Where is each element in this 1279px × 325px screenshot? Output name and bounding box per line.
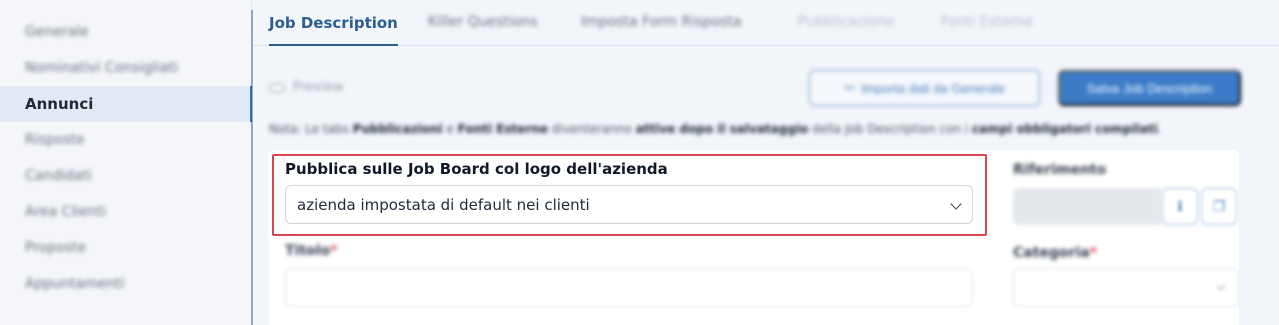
copy-button[interactable]: ❐ (1201, 188, 1237, 225)
note-mid3: della Job Description con i (808, 122, 972, 136)
sidebar-item-generale[interactable]: Generale (0, 14, 252, 50)
riferimento-input[interactable] (1013, 188, 1161, 225)
sidebar-item-risposte[interactable]: Risposte (0, 122, 252, 158)
logo-field-label: Pubblica sulle Job Board col logo dell'a… (285, 160, 668, 178)
categoria-label-text: Categoria (1013, 245, 1090, 261)
note-tab2: Fonti Esterne (457, 122, 548, 136)
sidebar: Generale Nominativi Consigliati Annunci … (0, 0, 252, 325)
note-mid1: e (442, 122, 458, 136)
import-label: Importa dati da Generale (861, 80, 1005, 96)
tab-killer-questions[interactable]: Killer Questions (428, 14, 538, 46)
categoria-select[interactable] (1013, 268, 1239, 307)
note-prefix: Nota: Le tabs (269, 122, 353, 136)
import-from-generale-button[interactable]: ⇦ Importa dati da Generale (809, 70, 1040, 106)
import-icon: ⇦ (844, 80, 856, 95)
tab-imposta-form-risposta[interactable]: Imposta Form Risposta (581, 14, 741, 46)
info-button[interactable]: ℹ (1162, 188, 1198, 225)
tab-bar: Job Description Killer Questions Imposta… (253, 0, 1279, 46)
tab-pubblicazione: Pubblicazione (798, 14, 895, 30)
logo-select[interactable]: azienda impostata di default nei clienti (285, 185, 973, 224)
eye-icon (269, 82, 285, 93)
logo-select-value: azienda impostata di default nei clienti (297, 195, 590, 214)
tab-job-description[interactable]: Job Description (269, 14, 398, 46)
titolo-label: Titolo* (285, 243, 337, 259)
categoria-label: Categoria* (1013, 245, 1097, 261)
chevron-down-icon (1216, 281, 1226, 291)
info-note: Nota: Le tabs Pubblicazioni e Fonti Este… (269, 122, 1162, 136)
preview-toggle[interactable]: Preview (269, 80, 344, 95)
titolo-label-text: Titolo (285, 243, 331, 259)
sidebar-item-candidati[interactable]: Candidati (0, 158, 252, 194)
main-content: Job Description Killer Questions Imposta… (253, 0, 1279, 325)
note-mid2: diventeranno (547, 122, 636, 136)
sidebar-item-annunci[interactable]: Annunci (0, 86, 252, 122)
sidebar-item-nominativi-consigliati[interactable]: Nominativi Consigliati (0, 50, 252, 86)
riferimento-label: Riferimento (1013, 162, 1107, 178)
tab-fonti-esterne: Fonti Esterne (941, 14, 1034, 30)
note-bold1: attive dopo il salvataggio (635, 122, 809, 136)
save-label: Salva Job Description (1086, 80, 1213, 96)
preview-label: Preview (293, 80, 344, 95)
note-bold2: campi obbligatori compilati (971, 122, 1158, 136)
sidebar-item-area-clienti[interactable]: Area Clienti (0, 194, 252, 230)
copy-icon: ❐ (1212, 198, 1226, 215)
note-suffix: . (1157, 122, 1162, 136)
titolo-input[interactable] (285, 268, 973, 307)
save-job-description-button[interactable]: Salva Job Description (1058, 70, 1241, 106)
info-icon: ℹ (1177, 198, 1183, 215)
titolo-required-mark: * (330, 243, 338, 259)
chevron-down-icon (950, 198, 962, 210)
sidebar-item-appuntamenti[interactable]: Appuntamenti (0, 266, 252, 302)
note-tab1: Pubblicazioni (352, 122, 443, 136)
sidebar-item-proposte[interactable]: Proposte (0, 230, 252, 266)
categoria-required-mark: * (1089, 245, 1098, 261)
